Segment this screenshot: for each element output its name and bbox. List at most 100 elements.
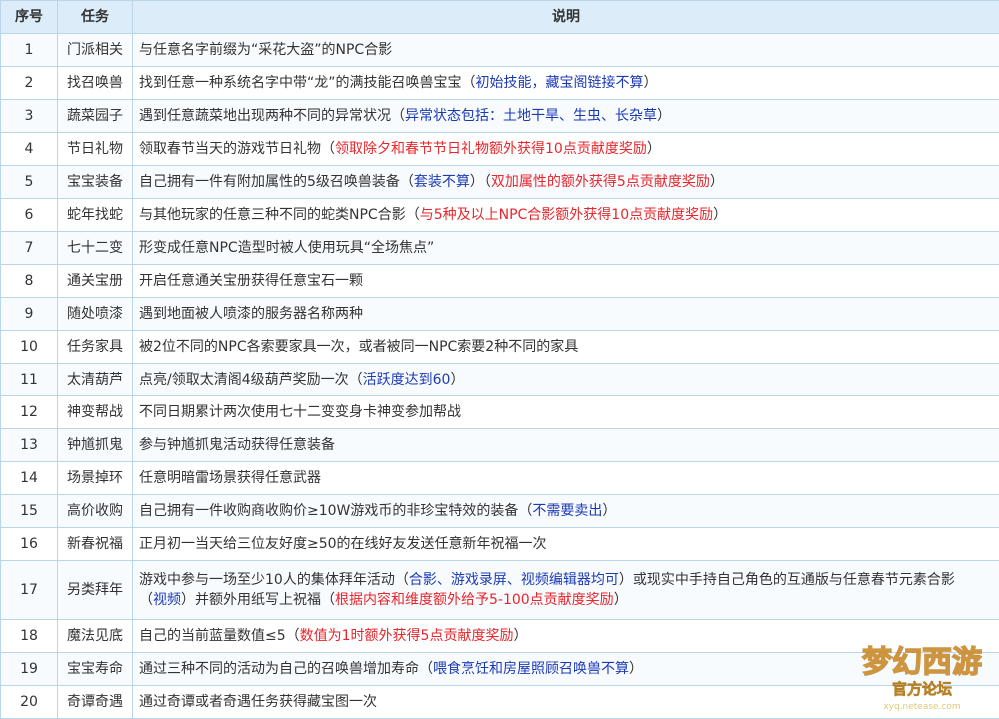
row-index: 7 (0, 230, 58, 265)
description-text: 遇到地面被人喷漆的服务器名称两种 (139, 305, 363, 322)
row-task-name: 宝宝寿命 (57, 651, 133, 686)
row-index: 18 (0, 618, 58, 653)
row-index: 10 (0, 329, 58, 364)
header-description: 说明 (132, 0, 999, 34)
row-description: 任意明暗雷场景获得任意武器 (132, 461, 999, 496)
description-text: 与任意名字前缀为“采花大盗”的NPC合影 (139, 41, 393, 58)
row-index: 17 (0, 560, 58, 620)
header-task: 任务 (57, 0, 133, 34)
row-description: 正月初一当天给三位友好度≥50的在线好友发送任意新年祝福一次 (132, 527, 999, 562)
table-row: 11 太清葫芦 点亮/领取太清阁4级葫芦奖励一次（活跃度达到60） (0, 362, 999, 397)
row-description: 自己的当前蓝量数值≤5（数值为1时额外获得5点贡献度奖励） (132, 618, 999, 653)
row-task-name: 节日礼物 (57, 131, 133, 166)
note-close: ） (613, 592, 628, 609)
description-text: ）并额外用纸写上祝福（ (181, 592, 335, 609)
description-text: 自己拥有一件收购商收购价≥10W游戏币的非珍宝特效的装备 (139, 503, 519, 520)
row-description: 领取春节当天的游戏节日礼物（领取除夕和春节节日礼物额外获得10点贡献度奖励） (132, 131, 999, 166)
table-row: 2 找召唤兽 找到任意一种系统名字中带“龙”的满技能召唤兽宝宝（初始技能，藏宝阁链接… (0, 65, 999, 100)
table-row: 3 蔬菜园子 遇到任意蔬菜地出现两种不同的异常状况（异常状态包括：土地干旱、生虫、长… (0, 98, 999, 133)
table-row: 20 奇谭奇遇 通过奇谭或者奇遇任务获得藏宝图一次 (0, 684, 999, 719)
row-task-name: 神变帮战 (57, 395, 133, 430)
note-open: （ (391, 107, 405, 124)
row-description: 遇到地面被人喷漆的服务器名称两种 (132, 296, 999, 331)
row-description: 不同日期累计两次使用七十二变变身卡神变参加帮战 (132, 395, 999, 430)
description-text: 正月初一当天给三位友好度≥50的在线好友发送任意新年祝福一次 (139, 536, 547, 553)
row-description: 游戏中参与一场至少10人的集体拜年活动（合影、游戏录屏、视频编辑器均可）或现实中… (132, 560, 999, 620)
table-row: 13 钟馗抓鬼 参与钟馗抓鬼活动获得任意装备 (0, 428, 999, 463)
row-index: 12 (0, 395, 58, 430)
note-condition: 活跃度达到60 (362, 371, 451, 388)
description-text: 通过奇谭或者奇遇任务获得藏宝图一次 (139, 693, 377, 710)
row-description: 参与钟馗抓鬼活动获得任意装备 (132, 428, 999, 463)
row-index: 2 (0, 65, 58, 100)
row-index: 16 (0, 527, 58, 562)
row-task-name: 场景掉环 (57, 461, 133, 496)
row-description: 通过奇谭或者奇遇任务获得藏宝图一次 (132, 684, 999, 719)
note-close: ） (643, 74, 658, 91)
row-task-name: 任务家具 (57, 329, 133, 364)
table-row: 15 高价收购 自己拥有一件收购商收购价≥10W游戏币的非珍宝特效的装备（不需要卖出… (0, 494, 999, 529)
note-bonus: 根据内容和维度额外给予5-100点贡献度奖励 (335, 592, 614, 609)
row-description: 被2位不同的NPC各索要家具一次，或者被同一NPC索要2种不同的家具 (132, 329, 999, 364)
row-description: 遇到任意蔬菜地出现两种不同的异常状况（异常状态包括：土地干旱、生虫、长杂草） (132, 98, 999, 133)
note-open: （ (419, 660, 433, 677)
row-index: 1 (0, 33, 58, 67)
note-open: （ (405, 206, 420, 223)
note-close: ） (713, 206, 728, 223)
row-task-name: 找召唤兽 (57, 65, 133, 100)
row-task-name: 随处喷漆 (57, 296, 133, 331)
note-close: ） (513, 627, 528, 644)
row-description: 点亮/领取太清阁4级葫芦奖励一次（活跃度达到60） (132, 362, 999, 397)
note-open: （ (399, 173, 414, 190)
description-text: 开启任意通关宝册获得任意宝石一颗 (139, 272, 363, 289)
note-open: （ (285, 627, 300, 644)
description-text: 自己拥有一件有附加属性的5级召唤兽装备 (139, 173, 400, 190)
row-index: 9 (0, 296, 58, 331)
row-description: 自己拥有一件收购商收购价≥10W游戏币的非珍宝特效的装备（不需要卖出） (132, 494, 999, 529)
row-description: 形变成任意NPC造型时被人使用玩具“全场焦点” (132, 230, 999, 265)
row-index: 3 (0, 98, 58, 133)
header-row: 序号 任务 说明 (0, 0, 999, 34)
table-row: 8 通关宝册 开启任意通关宝册获得任意宝石一颗 (0, 263, 999, 298)
row-index: 19 (0, 651, 58, 686)
note-open: （ (348, 371, 363, 388)
note-condition: 异常状态包括：土地干旱、生虫、长杂草 (405, 107, 657, 124)
note-close: ） (602, 503, 617, 520)
description-text: 任意明暗雷场景获得任意武器 (139, 470, 321, 487)
note-close: ） (657, 107, 671, 124)
note-condition: 喂食烹饪和房屋照顾召唤兽不算 (433, 660, 629, 677)
note-condition: 初始技能，藏宝阁链接不算 (475, 74, 644, 91)
table-row: 9 随处喷漆 遇到地面被人喷漆的服务器名称两种 (0, 296, 999, 331)
table-row: 6 蛇年找蛇 与其他玩家的任意三种不同的蛇类NPC合影（与5种及以上NPC合影额外获… (0, 197, 999, 232)
row-description: 开启任意通关宝册获得任意宝石一颗 (132, 263, 999, 298)
row-task-name: 奇谭奇遇 (57, 684, 133, 719)
table-row: 19 宝宝寿命 通过三种不同的活动为自己的召唤兽增加寿命（喂食烹饪和房屋照顾召唤兽不… (0, 651, 999, 686)
row-description: 自己拥有一件有附加属性的5级召唤兽装备（套装不算）（双加属性的额外获得5点贡献度… (132, 164, 999, 199)
description-text: 形变成任意NPC造型时被人使用玩具“全场焦点” (139, 239, 435, 256)
row-index: 8 (0, 263, 58, 298)
row-task-name: 新春祝福 (57, 527, 133, 562)
row-task-name: 七十二变 (57, 230, 133, 265)
note-separator: ）（ (469, 173, 491, 190)
description-text: 自己的当前蓝量数值≤5 (139, 627, 286, 644)
table-row: 7 七十二变 形变成任意NPC造型时被人使用玩具“全场焦点” (0, 230, 999, 265)
row-index: 5 (0, 164, 58, 199)
note-open: （ (321, 140, 335, 157)
task-table: 序号 任务 说明 1 门派相关 与任意名字前缀为“采花大盗”的NPC合影 2 找召唤兽找… (0, 0, 999, 719)
row-index: 20 (0, 684, 58, 719)
row-description: 通过三种不同的活动为自己的召唤兽增加寿命（喂食烹饪和房屋照顾召唤兽不算） (132, 651, 999, 686)
row-description: 找到任意一种系统名字中带“龙”的满技能召唤兽宝宝（初始技能，藏宝阁链接不算） (132, 65, 999, 100)
table-row: 10 任务家具 被2位不同的NPC各索要家具一次，或者被同一NPC索要2种不同的家具 (0, 329, 999, 364)
row-task-name: 魔法见底 (57, 618, 133, 653)
description-text: 被2位不同的NPC各索要家具一次，或者被同一NPC索要2种不同的家具 (139, 338, 579, 355)
table-row: 5 宝宝装备 自己拥有一件有附加属性的5级召唤兽装备（套装不算）（双加属性的额外获得… (0, 164, 999, 199)
row-index: 13 (0, 428, 58, 463)
row-index: 11 (0, 362, 58, 397)
note-bonus: 数值为1时额外获得5点贡献度奖励 (299, 627, 514, 644)
table-row: 18 魔法见底 自己的当前蓝量数值≤5（数值为1时额外获得5点贡献度奖励） (0, 618, 999, 653)
row-task-name: 蛇年找蛇 (57, 197, 133, 232)
row-task-name: 高价收购 (57, 494, 133, 529)
note-condition: 不需要卖出 (532, 503, 603, 520)
table-row: 12 神变帮战 不同日期累计两次使用七十二变变身卡神变参加帮战 (0, 395, 999, 430)
task-body: 1 门派相关 与任意名字前缀为“采花大盗”的NPC合影 2 找召唤兽 找到任意一种系统名字… (0, 33, 999, 719)
